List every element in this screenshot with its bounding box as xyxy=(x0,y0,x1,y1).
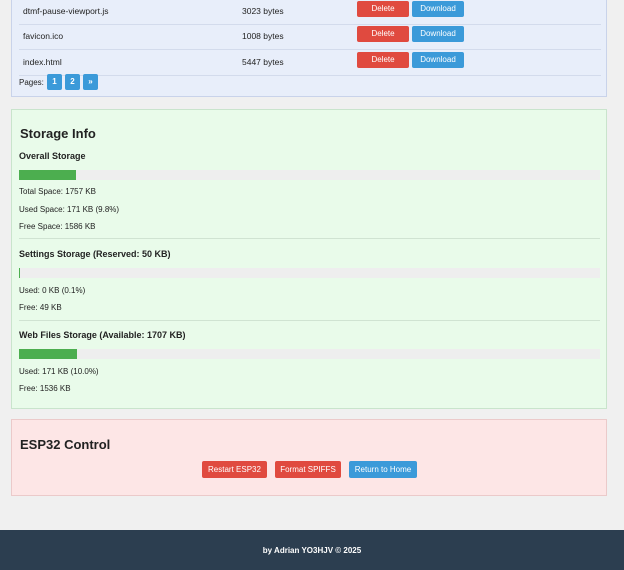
esp32-control-title: ESP32 Control xyxy=(20,437,111,452)
web-used-text: Used: 171 KB (10.0%) xyxy=(19,367,99,376)
download-button[interactable]: Download xyxy=(412,1,464,17)
overall-storage-bar xyxy=(19,170,600,180)
used-space-text: Used Space: 171 KB (9.8%) xyxy=(19,205,120,214)
web-storage-fill xyxy=(19,349,78,359)
web-storage-bar xyxy=(19,349,600,359)
file-name: favicon.ico xyxy=(23,31,64,41)
download-button[interactable]: Download xyxy=(412,52,464,68)
storage-info-panel: Storage Info Overall Storage Total Space… xyxy=(11,109,607,409)
file-row: favicon.ico 1008 bytes Delete Download xyxy=(19,24,601,50)
file-size: 3023 bytes xyxy=(242,6,284,16)
pages-label: Pages: xyxy=(19,78,44,87)
web-storage-title: Web Files Storage (Available: 1707 KB) xyxy=(19,330,186,340)
file-size: 1008 bytes xyxy=(242,31,284,41)
delete-button[interactable]: Delete xyxy=(357,1,409,17)
settings-storage-bar xyxy=(19,268,600,278)
settings-free-text: Free: 49 KB xyxy=(19,303,62,312)
overall-storage-fill xyxy=(19,170,76,180)
total-space-text: Total Space: 1757 KB xyxy=(19,187,96,196)
esp32-control-panel: ESP32 Control Restart ESP32 Format SPIFF… xyxy=(11,419,607,496)
file-row: index.html 5447 bytes Delete Download xyxy=(19,50,601,76)
restart-esp32-button[interactable]: Restart ESP32 xyxy=(202,461,267,478)
page-2-button[interactable]: 2 xyxy=(65,74,80,90)
file-size: 5447 bytes xyxy=(242,57,284,67)
overall-storage-title: Overall Storage xyxy=(19,151,86,161)
next-page-button[interactable]: » xyxy=(83,74,98,90)
page-1-button[interactable]: 1 xyxy=(47,74,62,90)
section-divider xyxy=(19,238,600,239)
delete-button[interactable]: Delete xyxy=(357,52,409,68)
format-spiffs-button[interactable]: Format SPIFFS xyxy=(275,461,341,478)
free-space-text: Free Space: 1586 KB xyxy=(19,222,96,231)
storage-info-title: Storage Info xyxy=(20,126,96,141)
settings-storage-fill xyxy=(19,268,21,278)
footer: by Adrian YO3HJV © 2025 xyxy=(0,530,624,570)
settings-used-text: Used: 0 KB (0.1%) xyxy=(19,286,86,295)
download-button[interactable]: Download xyxy=(412,26,464,42)
file-name: index.html xyxy=(23,57,62,67)
footer-text: by Adrian YO3HJV © 2025 xyxy=(262,546,362,555)
delete-button[interactable]: Delete xyxy=(357,26,409,42)
file-list-panel: dtmf-pause-viewport.js 3023 bytes Delete… xyxy=(11,0,607,97)
section-divider xyxy=(19,320,600,321)
settings-storage-title: Settings Storage (Reserved: 50 KB) xyxy=(19,249,171,259)
web-free-text: Free: 1536 KB xyxy=(19,384,71,393)
file-row: dtmf-pause-viewport.js 3023 bytes Delete… xyxy=(19,0,601,25)
file-name: dtmf-pause-viewport.js xyxy=(23,6,109,16)
return-home-button[interactable]: Return to Home xyxy=(349,461,417,478)
